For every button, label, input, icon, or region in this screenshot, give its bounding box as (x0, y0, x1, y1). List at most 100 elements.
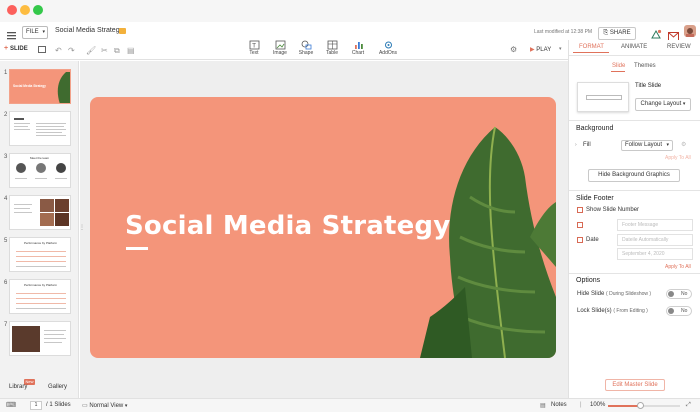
layout-title-placeholder (586, 95, 622, 100)
fill-select[interactable]: Follow Layout ▾ (621, 140, 673, 151)
redo-icon[interactable]: ↷ (68, 46, 75, 55)
caret-right-icon[interactable]: › (575, 142, 577, 148)
date-value: September 4, 2020 (622, 251, 665, 257)
active-tab-indicator (573, 52, 609, 53)
addons-tool[interactable]: AddOns (376, 40, 400, 56)
apply-to-all-footer-link[interactable]: Apply To All (665, 264, 691, 270)
lock-slide-text: Lock Slide(s) (577, 308, 612, 314)
close-window-dot[interactable] (7, 5, 17, 15)
lock-slide-note: ( From Editing ) (613, 308, 648, 314)
share-button[interactable]: ⎘ SHARE (598, 27, 636, 40)
layout-preview[interactable] (577, 82, 629, 112)
footer-message-input[interactable]: Footer Message (617, 219, 693, 231)
slide-thumbnail-2[interactable] (9, 111, 71, 146)
mail-icon[interactable] (668, 28, 679, 41)
thumbnail-number: 3 (4, 154, 8, 160)
format-panel: FORMAT ANIMATE REVIEW Slide Themes Title… (568, 40, 700, 398)
page-number-input[interactable]: 1 (30, 401, 42, 410)
share-icon: ⎘ (603, 30, 609, 36)
tab-review[interactable]: REVIEW (667, 44, 691, 50)
settings-gear-icon[interactable]: ⚙ (510, 45, 517, 54)
fullscreen-icon[interactable]: ⤢ (686, 402, 691, 409)
play-options-chevron-icon[interactable]: ▾ (559, 46, 562, 52)
undo-icon[interactable]: ↶ (55, 46, 62, 55)
addons-tool-label: AddOns (378, 50, 398, 56)
subtab-slide[interactable]: Slide (612, 63, 625, 69)
paste-icon[interactable]: ▤ (127, 46, 135, 55)
fill-options-gear-icon[interactable]: ⚙ (681, 141, 686, 148)
guitar-photo (12, 326, 40, 352)
image-icon (275, 40, 285, 50)
gallery-tab[interactable]: Gallery (48, 384, 67, 390)
text-tool-label: Text (249, 50, 259, 56)
image-tool[interactable]: Image (268, 40, 292, 56)
hide-background-graphics-button[interactable]: Hide Background Graphics (588, 169, 680, 182)
slide-thumbnail-5[interactable]: Performance by Platform (9, 237, 71, 272)
folder-icon[interactable] (119, 28, 126, 34)
tab-format[interactable]: FORMAT (579, 44, 604, 50)
format-painter-icon[interactable]: 🖌 (86, 46, 96, 55)
footer-checkbox[interactable] (577, 222, 583, 228)
hide-slide-toggle[interactable]: No (666, 289, 692, 299)
view-mode-select[interactable]: ▭ Normal View ▾ (82, 402, 127, 409)
change-layout-button[interactable]: Change Layout ▾ (635, 98, 691, 111)
minimize-window-dot[interactable] (20, 5, 30, 15)
apply-to-all-link[interactable]: Apply To All (665, 155, 691, 161)
date-format-select[interactable]: Dateile Automatically (617, 234, 693, 246)
lock-slide-label: Lock Slide(s) ( From Editing ) (577, 308, 648, 314)
avatar[interactable] (684, 25, 696, 37)
cut-icon[interactable]: ✂ (101, 46, 108, 55)
text-tool[interactable]: T Text (242, 40, 266, 56)
add-slide-button[interactable]: + SLIDE (4, 45, 28, 52)
thumbnail-title: Performance by Platform (24, 283, 58, 287)
table-icon (327, 40, 337, 50)
document-title[interactable]: Social Media Strategy (55, 27, 123, 34)
file-menu-label: FILE (26, 29, 39, 35)
date-value-input[interactable]: September 4, 2020 (617, 248, 693, 260)
last-modified-text: Last modified at 12:38 PM (534, 29, 593, 35)
thumbnail-number: 1 (4, 70, 8, 76)
chevron-down-icon: ▾ (666, 142, 669, 148)
thumbnail-title: Performance by Platform (24, 241, 58, 245)
collaborate-icon[interactable] (651, 27, 662, 39)
shape-tool[interactable]: Shape (294, 40, 318, 56)
notes-button[interactable]: Notes (551, 402, 567, 408)
tab-animate[interactable]: ANIMATE (621, 44, 647, 50)
slide-thumbnail-3[interactable]: Meet the team (9, 153, 71, 188)
table-tool[interactable]: Table (320, 40, 344, 56)
date-checkbox[interactable] (577, 237, 583, 243)
chart-tool-label: Chart (351, 50, 365, 56)
copy-icon[interactable]: ⧉ (114, 46, 120, 56)
notes-icon[interactable]: ▤ (540, 402, 546, 409)
play-icon: ▶ (530, 47, 535, 53)
background-heading: Background (576, 125, 614, 132)
toggle-state: No (681, 308, 688, 314)
thumbnail-number: 4 (4, 196, 8, 202)
zoom-slider-fill (608, 405, 640, 407)
subtab-themes[interactable]: Themes (634, 63, 656, 69)
slide-thumbnail-1[interactable]: Social Media Strategy (9, 69, 71, 104)
show-slide-number-checkbox[interactable] (577, 207, 583, 213)
edit-master-slide-button[interactable]: Edit Master Slide (605, 379, 665, 391)
slide-thumbnail-6[interactable]: Performance by Platform (9, 279, 71, 314)
lock-slide-toggle[interactable]: No (666, 306, 692, 316)
page-number-value: 1 (34, 402, 38, 408)
chevron-down-icon: ▾ (682, 101, 686, 107)
photo (55, 199, 69, 212)
play-button[interactable]: ▶ PLAY (530, 46, 551, 53)
slide-title[interactable]: Social Media Strategy (125, 211, 450, 241)
slide-canvas[interactable]: Social Media Strategy (90, 97, 556, 358)
zoom-slider-handle[interactable] (637, 402, 644, 409)
chat-icon[interactable]: ⌨ (6, 401, 16, 409)
panel-resize-handle[interactable]: ⋮ (79, 224, 85, 231)
slide-thumbnail-7[interactable] (9, 321, 71, 356)
app-menu-icon[interactable] (7, 27, 16, 40)
file-menu-button[interactable]: FILE ▾ (22, 26, 48, 39)
maximize-window-dot[interactable] (33, 5, 43, 15)
slide-thumbnail-4[interactable] (9, 195, 71, 230)
layout-icon[interactable] (38, 46, 46, 53)
chart-tool[interactable]: Chart (346, 40, 370, 56)
library-tab[interactable]: Library (9, 384, 27, 390)
photo (40, 213, 54, 226)
thumbnail-number: 5 (4, 238, 8, 244)
